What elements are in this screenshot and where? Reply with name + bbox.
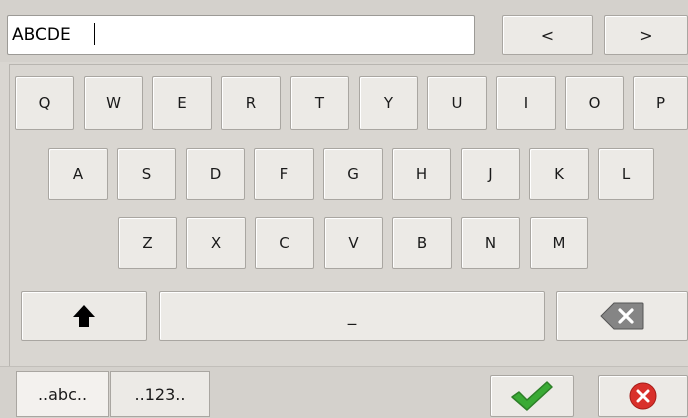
key-r[interactable]: R <box>221 76 281 130</box>
key-e[interactable]: E <box>152 76 212 130</box>
key-l[interactable]: L <box>598 148 654 200</box>
key-j[interactable]: J <box>461 148 520 200</box>
key-a[interactable]: A <box>48 148 108 200</box>
tab-letters[interactable]: ..abc.. <box>16 371 109 417</box>
key-d[interactable]: D <box>186 148 245 200</box>
key-b[interactable]: B <box>392 217 452 269</box>
key-k[interactable]: K <box>529 148 589 200</box>
key-y[interactable]: Y <box>359 76 418 130</box>
key-q[interactable]: Q <box>15 76 74 130</box>
cancel-icon <box>629 382 657 410</box>
key-i[interactable]: I <box>496 76 556 130</box>
key-t[interactable]: T <box>290 76 349 130</box>
checkmark-icon <box>511 381 553 411</box>
prev-button[interactable]: < <box>502 15 593 55</box>
shift-arrow-icon <box>73 305 95 327</box>
key-f[interactable]: F <box>254 148 314 200</box>
backspace-key[interactable] <box>556 291 688 341</box>
confirm-button[interactable] <box>490 375 574 417</box>
key-u[interactable]: U <box>427 76 487 130</box>
key-p[interactable]: P <box>633 76 688 130</box>
key-m[interactable]: M <box>530 217 588 269</box>
key-z[interactable]: Z <box>118 217 177 269</box>
key-g[interactable]: G <box>323 148 383 200</box>
text-input[interactable] <box>7 15 475 55</box>
space-key[interactable]: _ <box>159 291 545 341</box>
key-x[interactable]: X <box>186 217 246 269</box>
tab-numbers[interactable]: ..123.. <box>110 371 210 417</box>
key-h[interactable]: H <box>392 148 451 200</box>
cancel-button[interactable] <box>598 375 688 417</box>
next-button[interactable]: > <box>604 15 688 55</box>
key-o[interactable]: O <box>565 76 624 130</box>
key-c[interactable]: C <box>255 217 314 269</box>
shift-key[interactable] <box>21 291 147 341</box>
key-s[interactable]: S <box>117 148 176 200</box>
key-v[interactable]: V <box>324 217 383 269</box>
key-n[interactable]: N <box>461 217 520 269</box>
key-w[interactable]: W <box>84 76 143 130</box>
text-caret <box>94 23 95 45</box>
backspace-icon <box>600 302 644 330</box>
